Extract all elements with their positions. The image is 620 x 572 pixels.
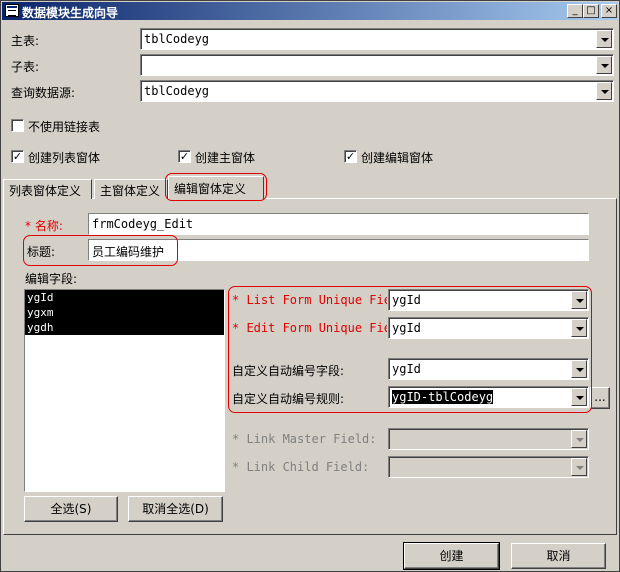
tab-edit-form[interactable]: 编辑窗体定义 bbox=[168, 176, 264, 199]
chevron-down-icon[interactable] bbox=[571, 291, 587, 309]
maximize-button[interactable]: □ bbox=[583, 4, 599, 18]
chevron-down-icon[interactable] bbox=[571, 388, 587, 406]
query-source-combo[interactable]: tblCodeyg bbox=[140, 80, 614, 102]
auto-field-value: ygId bbox=[392, 362, 421, 376]
ellipsis-button[interactable]: ... bbox=[590, 387, 610, 409]
auto-field-combo[interactable]: ygId bbox=[388, 358, 589, 380]
wizard-window: 数据模块生成向导 _ □ × 主表: tblCodeyg 子表: 查询数据源: … bbox=[0, 0, 620, 572]
name-value: frmCodeyg_Edit bbox=[92, 217, 194, 231]
chevron-down-icon[interactable] bbox=[571, 458, 587, 476]
create-button[interactable]: 创建 bbox=[403, 542, 500, 570]
edit-unique-field-value: ygId bbox=[392, 321, 421, 335]
caption-label: 标题: bbox=[27, 245, 56, 259]
name-label: * 名称: bbox=[25, 219, 63, 233]
list-item[interactable]: ygdh bbox=[25, 320, 224, 335]
caption-value: 员工编码维护 bbox=[92, 245, 165, 259]
list-item[interactable]: ygId bbox=[25, 290, 224, 305]
tab-main-form[interactable]: 主窗体定义 bbox=[94, 179, 168, 199]
cancel-button[interactable]: 取消 bbox=[511, 543, 606, 569]
sub-table-combo[interactable] bbox=[140, 54, 614, 76]
list-item[interactable]: ygxm bbox=[25, 305, 224, 320]
chevron-down-icon[interactable] bbox=[571, 430, 587, 448]
no-link-table-checkbox[interactable] bbox=[11, 119, 24, 132]
caption-input[interactable]: 员工编码维护 bbox=[88, 239, 589, 261]
title-bar[interactable]: 数据模块生成向导 _ □ × bbox=[2, 2, 618, 20]
link-child-label: * Link Child Field: bbox=[232, 460, 370, 474]
create-list-form-checkbox[interactable]: ✓ bbox=[11, 150, 24, 163]
link-child-combo[interactable] bbox=[388, 456, 589, 478]
query-source-value: tblCodeyg bbox=[144, 84, 210, 98]
minimize-button[interactable]: _ bbox=[567, 4, 583, 18]
create-main-form-label: 创建主窗体 bbox=[195, 151, 256, 165]
deselect-all-button[interactable]: 取消全选(D) bbox=[128, 496, 223, 522]
main-table-label: 主表: bbox=[11, 34, 40, 48]
query-source-label: 查询数据源: bbox=[11, 86, 76, 100]
edit-unique-field-label: * Edit Form Unique Fie bbox=[232, 321, 387, 335]
window-title: 数据模块生成向导 bbox=[22, 6, 119, 20]
create-edit-form-label: 创建编辑窗体 bbox=[361, 151, 434, 165]
create-main-form-checkbox[interactable]: ✓ bbox=[178, 150, 191, 163]
auto-rule-value: ygID-tblCodeyg bbox=[392, 390, 494, 404]
chevron-down-icon[interactable] bbox=[571, 360, 587, 378]
list-unique-field-label: * List Form Unique Fie bbox=[232, 293, 387, 307]
auto-field-label: 自定义自动编号字段: bbox=[232, 364, 345, 378]
sub-table-label: 子表: bbox=[11, 60, 40, 74]
edit-fields-label: 编辑字段: bbox=[25, 272, 78, 286]
edit-unique-field-combo[interactable]: ygId bbox=[388, 317, 589, 339]
auto-rule-label: 自定义自动编号规则: bbox=[232, 392, 345, 406]
main-table-combo[interactable]: tblCodeyg bbox=[140, 28, 614, 50]
link-master-label: * Link Master Field: bbox=[232, 432, 377, 446]
create-edit-form-checkbox[interactable]: ✓ bbox=[344, 150, 357, 163]
create-list-form-label: 创建列表窗体 bbox=[28, 151, 101, 165]
app-icon bbox=[5, 4, 19, 17]
chevron-down-icon[interactable] bbox=[596, 30, 612, 48]
list-unique-field-combo[interactable]: ygId bbox=[388, 289, 589, 311]
close-button[interactable]: × bbox=[601, 4, 617, 18]
select-all-button[interactable]: 全选(S) bbox=[24, 496, 118, 522]
no-link-table-label: 不使用链接表 bbox=[28, 120, 101, 134]
chevron-down-icon[interactable] bbox=[596, 82, 612, 100]
chevron-down-icon[interactable] bbox=[571, 319, 587, 337]
edit-fields-list[interactable]: ygId ygxm ygdh bbox=[24, 289, 225, 492]
main-table-value: tblCodeyg bbox=[144, 32, 210, 46]
name-input[interactable]: frmCodeyg_Edit bbox=[88, 213, 589, 235]
tab-list-form[interactable]: 列表窗体定义 bbox=[3, 179, 92, 199]
chevron-down-icon[interactable] bbox=[596, 56, 612, 74]
link-master-combo[interactable] bbox=[388, 428, 589, 450]
auto-rule-combo[interactable]: ygID-tblCodeyg bbox=[388, 386, 589, 408]
list-unique-field-value: ygId bbox=[392, 293, 421, 307]
